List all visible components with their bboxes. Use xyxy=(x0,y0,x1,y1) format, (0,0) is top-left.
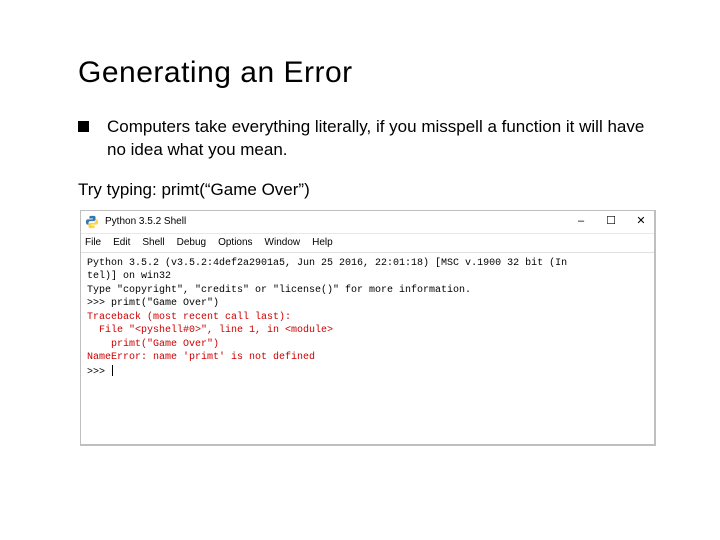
menu-window[interactable]: Window xyxy=(265,237,301,248)
minimize-button[interactable]: – xyxy=(574,216,588,227)
menu-shell[interactable]: Shell xyxy=(142,237,164,248)
try-typing-text: Try typing: primt(“Game Over”) xyxy=(78,180,656,200)
slide: Generating an Error Computers take every… xyxy=(0,0,720,486)
console-error-line: Traceback (most recent call last): xyxy=(87,312,291,323)
python-shell-window: Python 3.5.2 Shell – ☐ ✕ File Edit Shell… xyxy=(80,210,656,446)
console-prompt: >>> xyxy=(87,367,111,378)
window-titlebar: Python 3.5.2 Shell – ☐ ✕ xyxy=(81,211,654,234)
console-input: primt("Game Over") xyxy=(111,298,219,309)
menu-bar: File Edit Shell Debug Options Window Hel… xyxy=(81,234,654,253)
window-controls: – ☐ ✕ xyxy=(574,216,648,227)
menu-edit[interactable]: Edit xyxy=(113,237,130,248)
bullet-text: Computers take everything literally, if … xyxy=(107,116,656,162)
window-title: Python 3.5.2 Shell xyxy=(105,216,574,227)
console-error-line: primt("Game Over") xyxy=(87,339,219,350)
maximize-button[interactable]: ☐ xyxy=(604,216,618,227)
console-error-line: File "<pyshell#0>", line 1, in <module> xyxy=(87,325,333,336)
slide-title: Generating an Error xyxy=(78,56,656,90)
console-prompt: >>> xyxy=(87,298,111,309)
console-output[interactable]: Python 3.5.2 (v3.5.2:4def2a2901a5, Jun 2… xyxy=(81,253,654,444)
bullet-row: Computers take everything literally, if … xyxy=(78,116,656,162)
text-cursor xyxy=(112,365,113,376)
menu-debug[interactable]: Debug xyxy=(177,237,206,248)
console-error-line: NameError: name 'primt' is not defined xyxy=(87,352,315,363)
console-line: Type "copyright", "credits" or "license(… xyxy=(87,285,471,296)
bullet-marker xyxy=(78,121,89,132)
console-line: tel)] on win32 xyxy=(87,271,171,282)
menu-options[interactable]: Options xyxy=(218,237,252,248)
menu-help[interactable]: Help xyxy=(312,237,333,248)
console-line: Python 3.5.2 (v3.5.2:4def2a2901a5, Jun 2… xyxy=(87,258,567,269)
python-icon xyxy=(85,215,99,229)
close-button[interactable]: ✕ xyxy=(634,216,648,227)
menu-file[interactable]: File xyxy=(85,237,101,248)
